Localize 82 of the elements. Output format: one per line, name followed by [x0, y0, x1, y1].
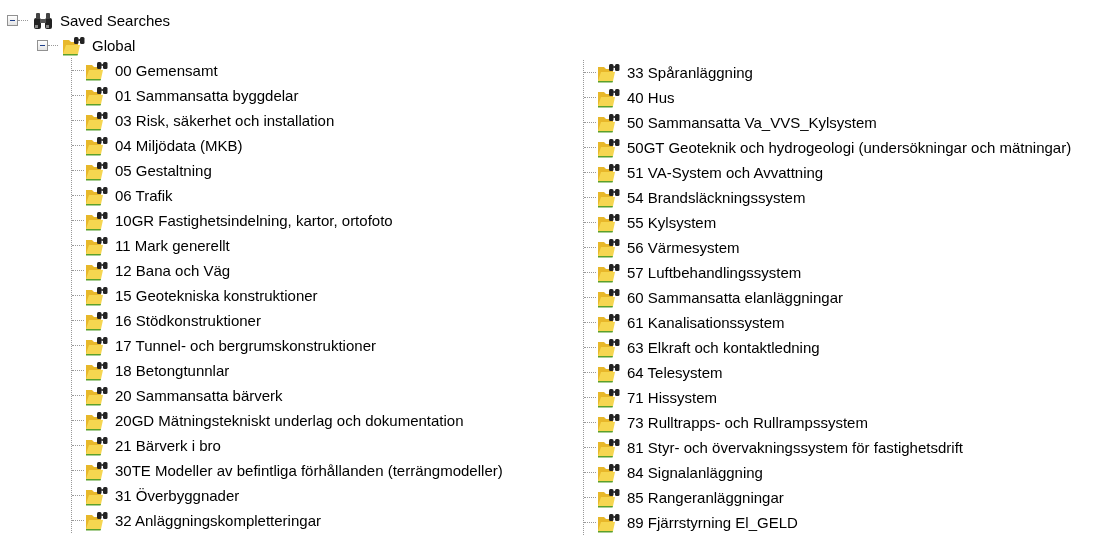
search-folder-icon	[85, 60, 109, 81]
search-folder-icon	[597, 87, 621, 108]
tree-item-label[interactable]: 56 Värmesystem	[627, 239, 740, 256]
search-folder-icon	[597, 412, 621, 433]
tree-item-label[interactable]: 31 Överbyggnader	[115, 487, 240, 504]
search-folder-icon	[597, 337, 621, 358]
collapse-toggle[interactable]	[7, 15, 18, 26]
tree-item-label[interactable]: 54 Brandsläckningssystem	[627, 189, 806, 206]
tree-item-label[interactable]: 04 Miljödata (MKB)	[115, 137, 243, 154]
tree-item-label[interactable]: 17 Tunnel- och bergrumskonstruktioner	[115, 337, 376, 354]
tree-item-label[interactable]: 81 Styr- och övervakningssystem för fastighetsdrift	[627, 439, 963, 456]
search-folder-icon	[597, 362, 621, 383]
tree-item-label[interactable]: 51 VA-System och Avvattning	[627, 164, 824, 181]
search-folder-icon	[85, 160, 109, 181]
search-folder-icon	[85, 210, 109, 231]
tree-item-label[interactable]: 57 Luftbehandlingssystem	[627, 264, 802, 281]
tree-item-label[interactable]: 84 Signalanläggning	[627, 464, 763, 481]
collapse-toggle[interactable]	[37, 40, 48, 51]
tree-item-label[interactable]: 33 Spåranläggning	[627, 64, 753, 81]
tree-item-label[interactable]: 30TE Modeller av befintliga förhållanden (terrängmodeller)	[115, 462, 503, 479]
search-folder-icon	[597, 437, 621, 458]
search-folder-icon	[597, 262, 621, 283]
tree-item-label[interactable]: 21 Bärverk i bro	[115, 437, 221, 454]
search-folder-icon	[85, 385, 109, 406]
search-folder-icon	[597, 62, 621, 83]
tree-item-label[interactable]: 15 Geotekniska konstruktioner	[115, 287, 318, 304]
tree-item-label[interactable]: 20 Sammansatta bärverk	[115, 387, 283, 404]
search-folder-icon	[85, 85, 109, 106]
tree-item-label[interactable]: 85 Rangeranläggningar	[627, 489, 784, 506]
search-folder-icon	[85, 260, 109, 281]
tree-item-label[interactable]: 06 Trafik	[115, 187, 173, 204]
tree-item-label[interactable]: 55 Kylsystem	[627, 214, 717, 231]
tree-item-label[interactable]: 10GR Fastighetsindelning, kartor, ortofoto	[115, 212, 393, 229]
search-folder-icon	[85, 360, 109, 381]
search-folder-icon	[62, 35, 86, 56]
tree-item-label[interactable]: 01 Sammansatta byggdelar	[115, 87, 299, 104]
search-folder-icon	[597, 387, 621, 408]
search-folder-icon	[597, 487, 621, 508]
search-folder-icon	[85, 510, 109, 531]
search-folder-icon	[597, 187, 621, 208]
tree-item-label[interactable]: 05 Gestaltning	[115, 162, 212, 179]
search-folder-icon	[597, 312, 621, 333]
search-folder-icon	[85, 135, 109, 156]
tree-item-label[interactable]: 50 Sammansatta Va_VVS_Kylsystem	[627, 114, 877, 131]
search-folder-icon	[85, 485, 109, 506]
search-folder-icon	[597, 137, 621, 158]
binoculars-icon	[32, 11, 54, 30]
tree-item-label[interactable]: 60 Sammansatta elanläggningar	[627, 289, 843, 306]
tree-item-label[interactable]: 71 Hissystem	[627, 389, 718, 406]
tree-item-label[interactable]: 18 Betongtunnlar	[115, 362, 230, 379]
search-folder-icon	[85, 410, 109, 431]
search-folder-icon	[85, 310, 109, 331]
search-folder-icon	[597, 287, 621, 308]
search-folder-icon	[85, 460, 109, 481]
tree-item-label[interactable]: 50GT Geoteknik och hydrogeologi (undersökningar och mätningar)	[627, 139, 1072, 156]
tree-item-label[interactable]: 03 Risk, säkerhet och installation	[115, 112, 335, 129]
search-folder-icon	[85, 335, 109, 356]
tree-item-label[interactable]: 40 Hus	[627, 89, 675, 106]
tree-item-label[interactable]: 12 Bana och Väg	[115, 262, 231, 279]
search-folder-icon	[85, 110, 109, 131]
tree-item-label[interactable]: 61 Kanalisationssystem	[627, 314, 785, 331]
tree-item-label[interactable]: 63 Elkraft och kontaktledning	[627, 339, 820, 356]
tree-item-label[interactable]: Global	[92, 37, 136, 54]
search-folder-icon	[85, 285, 109, 306]
search-folder-icon	[597, 237, 621, 258]
search-folder-icon	[85, 435, 109, 456]
tree-item-label[interactable]: 73 Rulltrapps- och Rullrampssystem	[627, 414, 868, 431]
search-folder-icon	[597, 162, 621, 183]
search-folder-icon	[597, 512, 621, 533]
tree-item-label[interactable]: 20GD Mätningstekniskt underlag och dokumentation	[115, 412, 464, 429]
search-folder-icon	[85, 235, 109, 256]
tree-item-label[interactable]: 00 Gemensamt	[115, 62, 218, 79]
tree-item-label[interactable]: 11 Mark generellt	[115, 237, 230, 254]
tree-item-label[interactable]: 16 Stödkonstruktioner	[115, 312, 261, 329]
tree-item-label[interactable]: 89 Fjärrstyrning El_GELD	[627, 514, 798, 531]
search-folder-icon	[597, 212, 621, 233]
tree-item-label[interactable]: Saved Searches	[60, 12, 171, 29]
search-folder-icon	[85, 185, 109, 206]
tree-item-label[interactable]: 64 Telesystem	[627, 364, 723, 381]
search-folder-icon	[597, 462, 621, 483]
tree-item-label[interactable]: 32 Anläggningskompletteringar	[115, 512, 321, 529]
search-folder-icon	[597, 112, 621, 133]
